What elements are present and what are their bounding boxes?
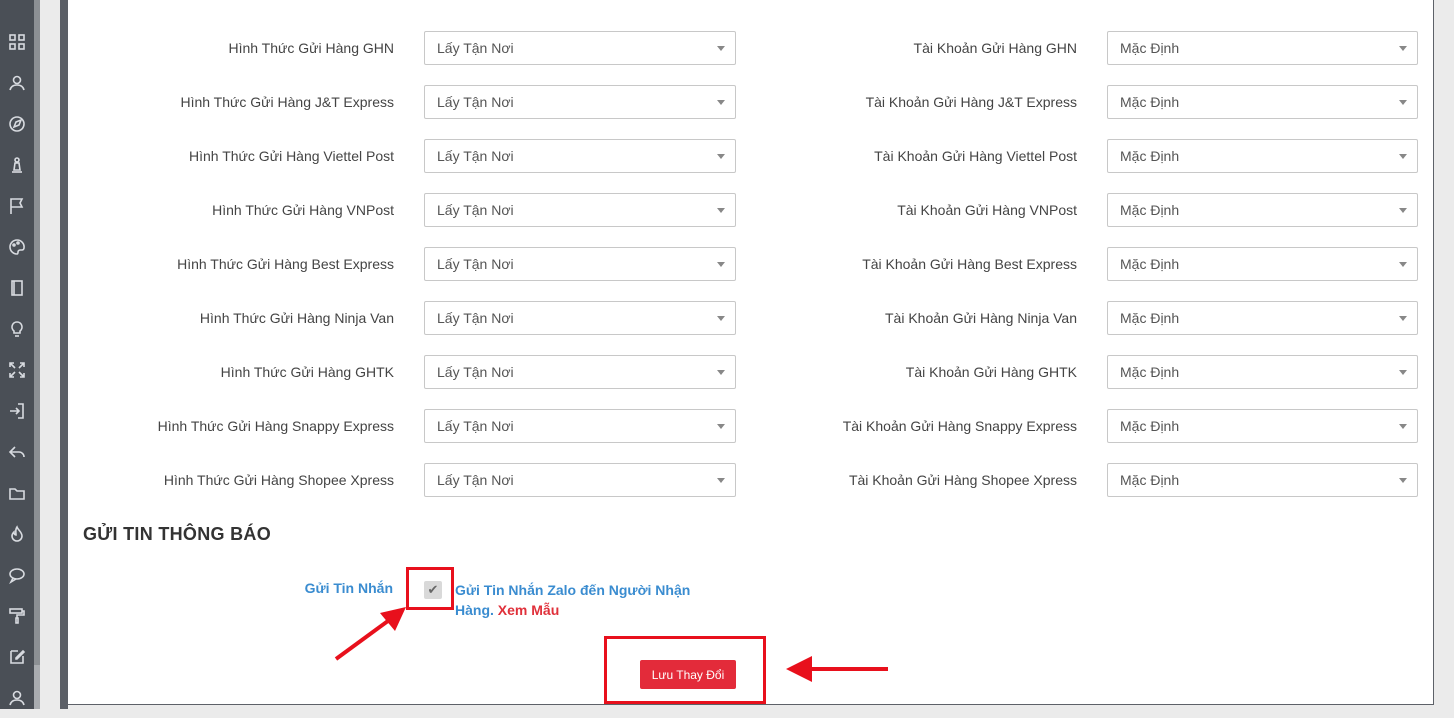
annotation-arrows (334, 607, 888, 682)
arrow-to-save-button (786, 656, 888, 682)
arrow-to-checkbox (334, 607, 406, 661)
